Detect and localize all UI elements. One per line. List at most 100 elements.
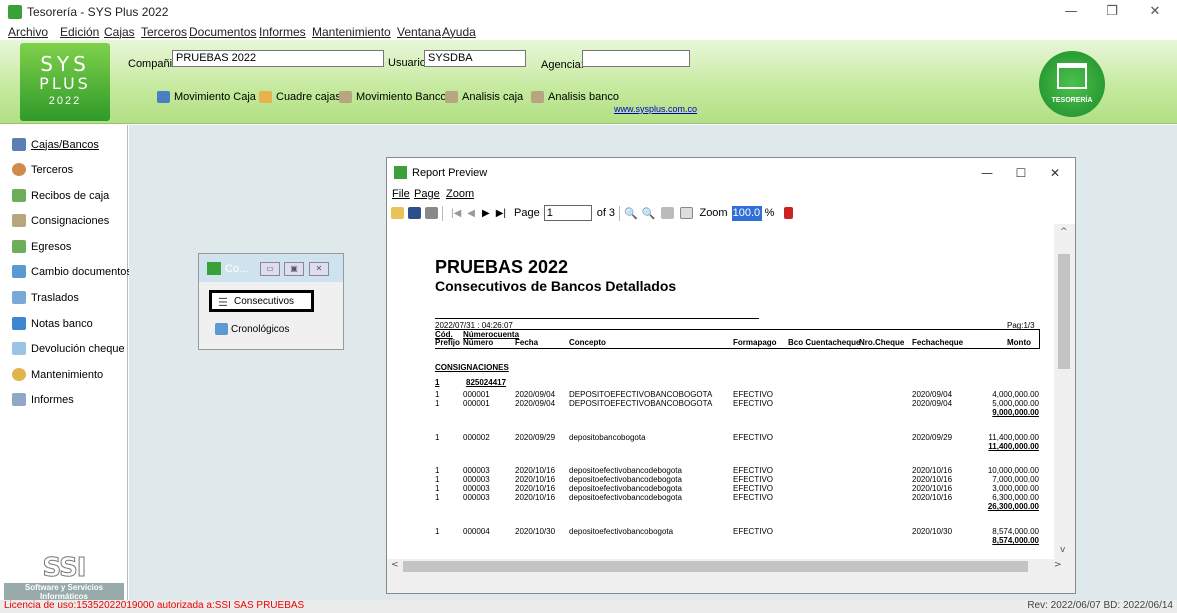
analisis-caja-button[interactable]: Analisis caja — [445, 91, 523, 103]
money-icon — [12, 240, 26, 253]
row-fecha: 2020/09/29 — [515, 433, 556, 442]
cash-register-icon — [157, 91, 170, 103]
menu-page[interactable]: Page — [414, 188, 440, 200]
menu-archivo[interactable]: Archivo — [8, 25, 48, 39]
page-label: Page — [514, 207, 540, 219]
user-icon — [12, 163, 26, 176]
sidebar-item-cajas-bancos[interactable]: Cajas/Bancos — [12, 138, 99, 151]
sidebar-item-terceros[interactable]: Terceros — [12, 163, 73, 176]
report-subtitle: Consecutivos de Bancos Detallados — [435, 278, 677, 294]
sidebar-item-mantenimiento[interactable]: Mantenimiento — [12, 368, 103, 381]
menu-mantenimiento[interactable]: Mantenimiento — [312, 25, 391, 39]
row-monto: 10,000,000.00 — [987, 466, 1039, 475]
sidebar-item-label: Mantenimiento — [31, 368, 104, 381]
restore-button[interactable]: ❐ — [1094, 2, 1130, 22]
menu-informes[interactable]: Informes — [259, 25, 306, 39]
row-fecha: 2020/10/16 — [515, 484, 556, 493]
menu-edicion[interactable]: Edición — [60, 25, 99, 39]
sidebar-item-egresos[interactable]: Egresos — [12, 240, 71, 253]
menu-cajas[interactable]: Cajas — [104, 25, 135, 39]
row-num: 000001 — [463, 399, 490, 408]
scroll-down-icon[interactable]: v — [1060, 545, 1065, 555]
first-page-icon[interactable]: |◀ — [451, 208, 461, 219]
close-button[interactable]: ✕ — [309, 262, 329, 276]
website-link[interactable]: www.sysplus.com.co — [614, 104, 697, 114]
zoom-input[interactable]: 100.0 — [731, 205, 762, 221]
cronologicos-button[interactable]: Cronológicos — [209, 318, 314, 340]
sidebar-item-notas-banco[interactable]: Notas banco — [12, 317, 93, 330]
sidebar-item-label: Cajas/Bancos — [31, 138, 99, 151]
close-button[interactable]: ✕ — [1137, 2, 1173, 22]
next-page-icon[interactable]: ▶ — [482, 208, 490, 219]
movimiento-banco-button[interactable]: Movimiento Banco — [339, 91, 447, 103]
menu-ayuda[interactable]: Ayuda — [442, 25, 476, 39]
sidebar-item-informes[interactable]: Informes — [12, 393, 74, 406]
minimize-button[interactable]: — — [1053, 2, 1089, 22]
sidebar-item-recibos[interactable]: Recibos de caja — [12, 189, 109, 202]
save-icon[interactable] — [408, 207, 421, 219]
movimiento-caja-button[interactable]: Movimiento Caja — [157, 91, 256, 103]
scroll-left-icon[interactable]: < — [391, 560, 399, 570]
last-page-icon[interactable]: ▶| — [496, 208, 506, 219]
row-num: 000002 — [463, 433, 490, 442]
print-icon[interactable] — [425, 207, 438, 219]
scroll-thumb[interactable] — [1058, 254, 1070, 369]
report-preview-titlebar[interactable]: Report Preview — ☐ ✕ — [387, 158, 1075, 186]
open-icon[interactable] — [391, 207, 404, 219]
menu-ventana[interactable]: Ventana — [397, 25, 441, 39]
menu-terceros[interactable]: Terceros — [141, 25, 187, 39]
zoom-unit: % — [764, 207, 775, 219]
report-toolbar: |◀ ◀ ▶ ▶| Page 1 of 3 🔍 🔍 Zoom 100.0 % — [387, 202, 1075, 224]
fit-page-icon[interactable] — [680, 207, 694, 219]
sidebar-item-cambio-documentos[interactable]: Cambio documentos — [12, 265, 132, 278]
row-concepto: DEPOSITOEFECTIVOBANCOBOGOTA — [569, 390, 713, 399]
hdr-nro-cheque: Nro.Cheque — [859, 338, 905, 347]
prev-page-icon[interactable]: ◀ — [467, 208, 475, 219]
subtotal: 11,400,000.00 — [988, 442, 1039, 451]
row-monto: 4,000,000.00 — [992, 390, 1039, 399]
zoom-in-icon[interactable]: 🔍 — [624, 207, 638, 220]
page-of-label: of 3 — [596, 207, 616, 219]
vertical-scrollbar[interactable]: ^ v — [1054, 224, 1075, 559]
subtotal: 26,300,000.00 — [987, 502, 1039, 511]
fit-width-icon[interactable] — [661, 207, 675, 219]
report-menu-bar: File Page Zoom — [387, 186, 1075, 202]
scroll-thumb[interactable] — [403, 561, 1028, 572]
cronologicos-label: Cronológicos — [231, 323, 290, 335]
gear-icon — [12, 368, 26, 381]
analisis-caja-label: Analisis caja — [462, 91, 524, 103]
mini-window-title: Co... — [225, 263, 249, 275]
agencia-field[interactable] — [582, 50, 690, 67]
sidebar-item-devolucion-cheque[interactable]: Devolución cheque — [12, 342, 125, 355]
row-concepto: depositoefectivobancobogota — [569, 527, 674, 536]
minimize-button[interactable]: ▭ — [260, 262, 280, 276]
sidebar-item-consignaciones[interactable]: Consignaciones — [12, 214, 109, 227]
maximize-button[interactable]: ▣ — [284, 262, 304, 276]
cuadre-cajas-button[interactable]: Cuadre cajas — [259, 91, 341, 103]
row-fecha: 2020/09/04 — [515, 399, 556, 408]
consecutivos-button[interactable]: ☰ Consecutivos — [209, 290, 314, 312]
section-title: CONSIGNACIONES — [435, 363, 509, 372]
row-num: 000003 — [463, 493, 490, 502]
maximize-button[interactable]: ☐ — [1003, 163, 1039, 183]
analisis-banco-button[interactable]: Analisis banco — [531, 91, 619, 103]
exit-icon[interactable] — [784, 207, 794, 219]
row-fchq: 2020/10/30 — [912, 527, 953, 536]
row-forma: EFECTIVO — [733, 390, 774, 399]
sidebar-item-label: Terceros — [31, 163, 74, 176]
close-button[interactable]: ✕ — [1037, 163, 1073, 183]
scroll-right-icon[interactable]: > — [1054, 560, 1062, 570]
sidebar-item-traslados[interactable]: Traslados — [12, 291, 79, 304]
menu-file[interactable]: File — [392, 188, 410, 200]
horizontal-scrollbar[interactable]: < > — [387, 559, 1075, 574]
mini-window-titlebar[interactable]: Co... ▭ ▣ ✕ — [199, 254, 343, 282]
menu-zoom[interactable]: Zoom — [446, 188, 474, 200]
compania-field[interactable]: PRUEBAS 2022 — [172, 50, 384, 67]
menu-documentos[interactable]: Documentos — [189, 25, 256, 39]
minimize-button[interactable]: — — [969, 163, 1005, 183]
scroll-up-icon[interactable]: ^ — [1060, 227, 1068, 237]
row-monto: 5,000,000.00 — [992, 399, 1039, 408]
usuario-field[interactable]: SYSDBA — [424, 50, 526, 67]
zoom-out-icon[interactable]: 🔍 — [642, 207, 656, 220]
page-input[interactable]: 1 — [543, 205, 592, 221]
